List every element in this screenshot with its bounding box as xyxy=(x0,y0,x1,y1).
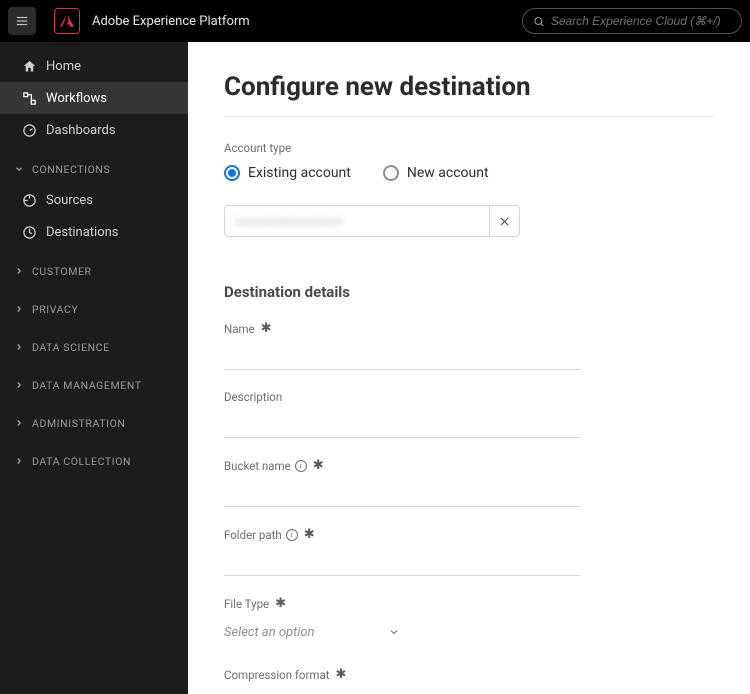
section-label: DATA COLLECTION xyxy=(32,455,131,468)
chevron-right-icon xyxy=(14,380,28,390)
workflow-icon xyxy=(20,91,38,106)
radio-label: New account xyxy=(407,165,489,181)
search-icon xyxy=(533,15,545,28)
section-label: PRIVACY xyxy=(32,303,78,316)
filetype-field-label: File Type✱ xyxy=(224,596,580,611)
folder-path-input[interactable] xyxy=(224,546,580,576)
radio-label: Existing account xyxy=(248,165,351,181)
clear-account-button[interactable] xyxy=(490,205,520,237)
sidebar-item-workflows[interactable]: Workflows xyxy=(0,82,188,114)
info-icon[interactable]: i xyxy=(286,529,298,541)
description-input[interactable] xyxy=(224,408,580,438)
close-icon xyxy=(498,215,511,228)
compression-field-label: Compression format✱ xyxy=(224,667,580,682)
radio-icon xyxy=(224,165,240,181)
name-field-label: Name✱ xyxy=(224,321,580,336)
chevron-right-icon xyxy=(14,456,28,466)
description-field-label: Description xyxy=(224,390,580,404)
account-select-field[interactable]: xxxxxxxxxxxxxxxxxx xyxy=(224,205,490,237)
compression-select[interactable]: Select an option xyxy=(224,688,400,694)
name-input[interactable] xyxy=(224,340,580,370)
chevron-down-icon xyxy=(388,626,400,638)
chevron-right-icon xyxy=(14,304,28,314)
dashboard-icon xyxy=(20,123,38,138)
folder-field-label: Folder path i ✱ xyxy=(224,527,580,542)
sidebar: Home Workflows Dashboards CONNECTIONS So… xyxy=(0,42,188,694)
sidebar-item-label: Dashboards xyxy=(46,123,116,138)
section-data-management[interactable]: DATA MANAGEMENT xyxy=(0,370,188,400)
sidebar-item-label: Sources xyxy=(46,193,93,208)
chevron-right-icon xyxy=(14,266,28,276)
radio-existing-account[interactable]: Existing account xyxy=(224,165,351,181)
adobe-logo xyxy=(54,8,80,34)
adobe-a-icon xyxy=(60,14,74,28)
sidebar-item-label: Destinations xyxy=(46,225,119,240)
hamburger-icon xyxy=(15,14,29,28)
destination-icon xyxy=(20,225,38,240)
section-label: CONNECTIONS xyxy=(32,163,110,176)
sidebar-item-label: Workflows xyxy=(46,91,107,106)
info-icon[interactable]: i xyxy=(295,460,307,472)
account-value: xxxxxxxxxxxxxxxxxx xyxy=(235,214,342,228)
main-content: Configure new destination Account type E… xyxy=(188,42,750,694)
search-input[interactable] xyxy=(551,14,731,28)
section-administration[interactable]: ADMINISTRATION xyxy=(0,408,188,438)
radio-icon xyxy=(383,165,399,181)
section-data-science[interactable]: DATA SCIENCE xyxy=(0,332,188,362)
bucket-name-input[interactable] xyxy=(224,477,580,507)
section-connections[interactable]: CONNECTIONS xyxy=(0,154,188,184)
bucket-field-label: Bucket name i ✱ xyxy=(224,458,580,473)
section-privacy[interactable]: PRIVACY xyxy=(0,294,188,324)
section-label: CUSTOMER xyxy=(32,265,92,278)
search-box[interactable] xyxy=(522,8,742,34)
chevron-right-icon xyxy=(14,342,28,352)
chevron-right-icon xyxy=(14,418,28,428)
menu-toggle-button[interactable] xyxy=(8,7,36,35)
sidebar-item-dashboards[interactable]: Dashboards xyxy=(0,114,188,146)
sidebar-item-sources[interactable]: Sources xyxy=(0,184,188,216)
section-label: DATA SCIENCE xyxy=(32,341,110,354)
section-label: ADMINISTRATION xyxy=(32,417,126,430)
sidebar-item-destinations[interactable]: Destinations xyxy=(0,216,188,248)
chevron-down-icon xyxy=(14,164,28,174)
filetype-select[interactable]: Select an option xyxy=(224,617,400,647)
page-title: Configure new destination xyxy=(224,72,714,117)
radio-new-account[interactable]: New account xyxy=(383,165,489,181)
destination-details-heading: Destination details xyxy=(224,283,714,301)
select-placeholder: Select an option xyxy=(224,625,315,640)
section-customer[interactable]: CUSTOMER xyxy=(0,256,188,286)
account-type-label: Account type xyxy=(224,141,714,155)
home-icon xyxy=(20,59,38,74)
sidebar-item-label: Home xyxy=(46,59,81,74)
section-label: DATA MANAGEMENT xyxy=(32,379,142,392)
source-icon xyxy=(20,193,38,208)
sidebar-item-home[interactable]: Home xyxy=(0,50,188,82)
section-data-collection[interactable]: DATA COLLECTION xyxy=(0,446,188,476)
app-title: Adobe Experience Platform xyxy=(92,14,250,29)
